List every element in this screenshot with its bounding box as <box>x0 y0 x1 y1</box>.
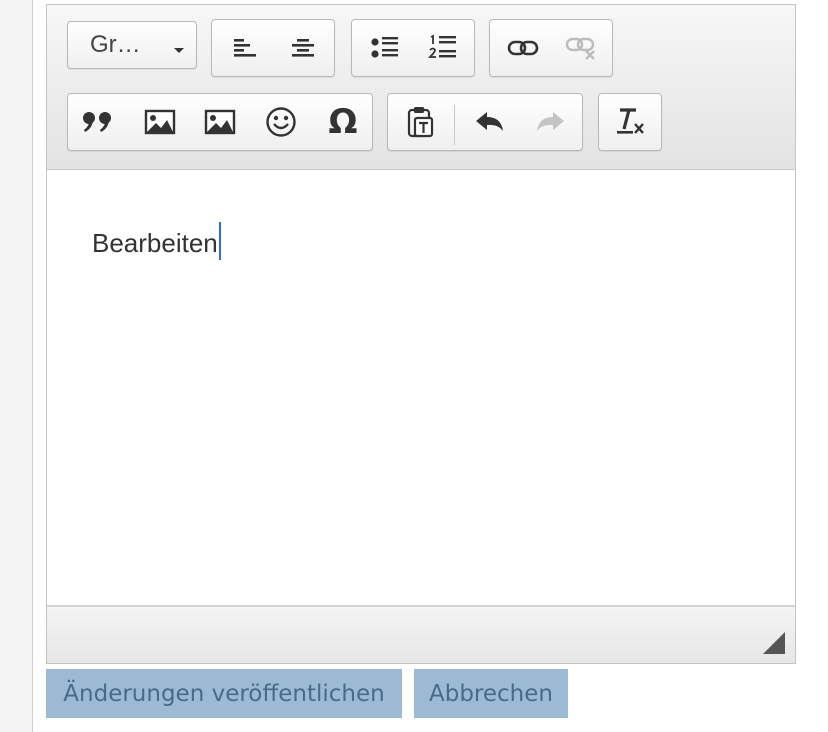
unlink-button[interactable] <box>556 20 606 76</box>
editor-statusbar <box>47 605 795 663</box>
link-button[interactable] <box>498 20 548 76</box>
format-dropdown[interactable]: Gr… <box>67 21 197 69</box>
link-group <box>489 19 613 77</box>
remove-format-icon <box>614 106 646 138</box>
history-group <box>387 93 583 151</box>
paste-as-text-button[interactable] <box>396 94 446 150</box>
special-character-icon: Ω <box>328 102 358 142</box>
editor-toolbar: Gr… Ω <box>47 5 795 170</box>
editor-content-area[interactable]: Bearbeiten <box>47 170 795 604</box>
bulleted-list-button[interactable] <box>360 20 410 76</box>
redo-button[interactable] <box>525 94 575 150</box>
unlink-icon <box>565 36 597 60</box>
editor-text: Bearbeiten <box>92 222 221 260</box>
chevron-down-icon <box>174 48 184 53</box>
undo-button[interactable] <box>465 94 515 150</box>
page-sidebar-gutter <box>0 0 33 732</box>
blockquote-icon <box>81 110 115 134</box>
paste-as-text-icon <box>406 105 436 139</box>
alignment-group <box>211 19 335 77</box>
undo-icon <box>474 109 506 135</box>
format-group <box>598 93 662 151</box>
special-character-button[interactable]: Ω <box>318 94 368 150</box>
emoji-button[interactable] <box>256 94 306 150</box>
cancel-button[interactable]: Abbrechen <box>414 669 568 718</box>
remove-format-button[interactable] <box>605 94 655 150</box>
image-button-2[interactable] <box>195 94 245 150</box>
align-center-button[interactable] <box>278 20 328 76</box>
image-button[interactable] <box>135 94 185 150</box>
smiley-icon <box>265 106 297 138</box>
link-icon <box>507 38 539 58</box>
editor-text-content: Bearbeiten <box>92 228 218 258</box>
align-left-button[interactable] <box>220 20 270 76</box>
align-left-icon <box>232 36 258 60</box>
numbered-list-button[interactable] <box>418 20 468 76</box>
insert-group: Ω <box>67 93 373 151</box>
rich-text-editor: Gr… Ω Bearbeiten <box>46 4 796 664</box>
resize-handle-icon[interactable] <box>763 632 785 654</box>
redo-icon <box>534 109 566 135</box>
toolbar-separator <box>454 105 455 145</box>
format-dropdown-label: Gr… <box>90 31 141 58</box>
image-icon <box>204 109 236 135</box>
numbered-list-icon <box>428 34 458 62</box>
align-center-icon <box>290 36 316 60</box>
blockquote-button[interactable] <box>73 94 123 150</box>
text-caret <box>218 222 221 260</box>
image-icon <box>144 109 176 135</box>
publish-changes-button[interactable]: Änderungen veröffentlichen <box>46 669 402 718</box>
bulleted-list-icon <box>370 35 400 61</box>
list-group <box>351 19 475 77</box>
